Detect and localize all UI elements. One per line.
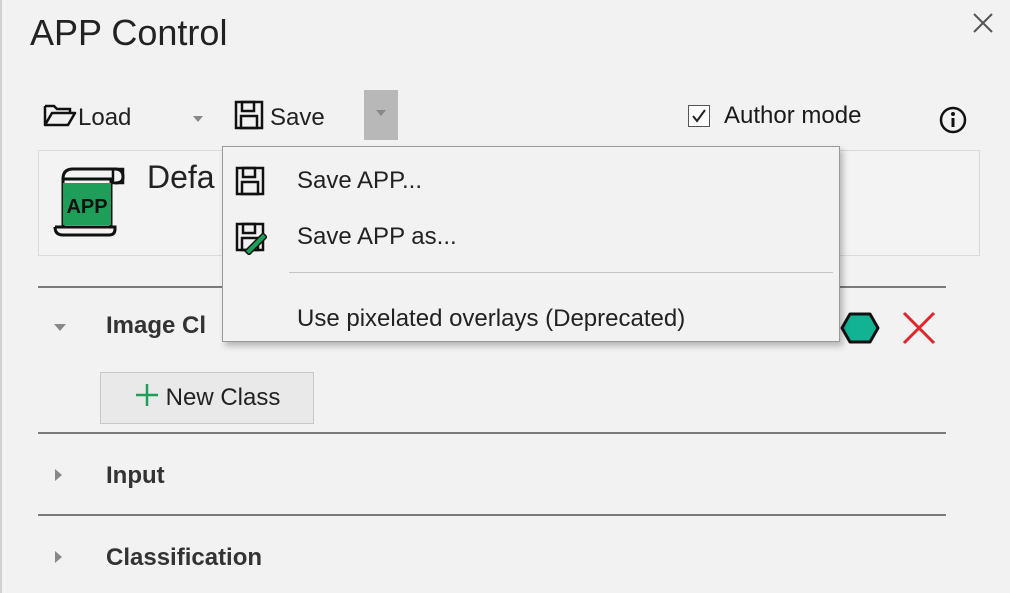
caret-right-icon [52,462,92,490]
menu-item-save-app-as[interactable]: Save APP as... [223,211,839,263]
section-label: Image Cl [106,312,207,339]
author-mode-label: Author mode [724,102,862,129]
app-control-panel: APP Control Load Save Author mode APP De… [0,0,1010,593]
plus-icon [134,382,160,415]
new-class-button[interactable]: New Class [100,372,314,424]
menu-item-label: Save APP as... [297,223,457,250]
app-name: Defa [147,159,215,195]
divider [38,432,946,434]
info-icon[interactable] [938,105,968,135]
floppy-disk-icon [233,165,267,206]
hexagon-icon[interactable] [840,310,880,351]
menu-item-pixelated-overlays[interactable]: Use pixelated overlays (Deprecated) [223,293,839,345]
section-classification[interactable]: Classification [52,544,262,572]
load-label: Load [78,104,132,131]
author-mode-toggle[interactable]: Author mode [688,102,861,130]
caret-down-icon [373,106,389,124]
menu-item-save-app[interactable]: Save APP... [223,155,839,207]
floppy-disk-icon [232,100,268,137]
section-image-classes[interactable]: Image Cl [52,312,206,340]
load-dropdown-arrow[interactable] [190,100,206,136]
new-class-label: New Class [165,384,281,411]
panel-title: APP Control [30,12,228,53]
menu-item-label: Save APP... [297,167,422,194]
section-label: Input [106,462,165,489]
save-label: Save [270,104,325,131]
app-icon-text: APP [66,196,107,218]
caret-right-icon [52,544,92,572]
section-input[interactable]: Input [52,462,165,490]
app-scroll-icon: APP [49,161,129,246]
x-icon[interactable] [900,310,938,351]
save-dropdown-menu: Save APP... Save APP as... Use pixelated… [222,146,840,342]
caret-down-icon [52,312,92,340]
folder-open-icon [42,102,78,135]
close-icon[interactable] [970,10,996,36]
menu-separator [289,272,833,273]
section-label: Classification [106,544,263,571]
caret-down-icon [190,104,206,132]
floppy-pen-icon [233,221,269,262]
author-mode-checkbox[interactable] [688,105,710,127]
save-button[interactable]: Save [232,100,325,136]
menu-item-label: Use pixelated overlays (Deprecated) [297,305,686,332]
load-button[interactable]: Load [42,100,131,136]
save-dropdown-button[interactable] [364,90,398,140]
divider [38,514,946,516]
